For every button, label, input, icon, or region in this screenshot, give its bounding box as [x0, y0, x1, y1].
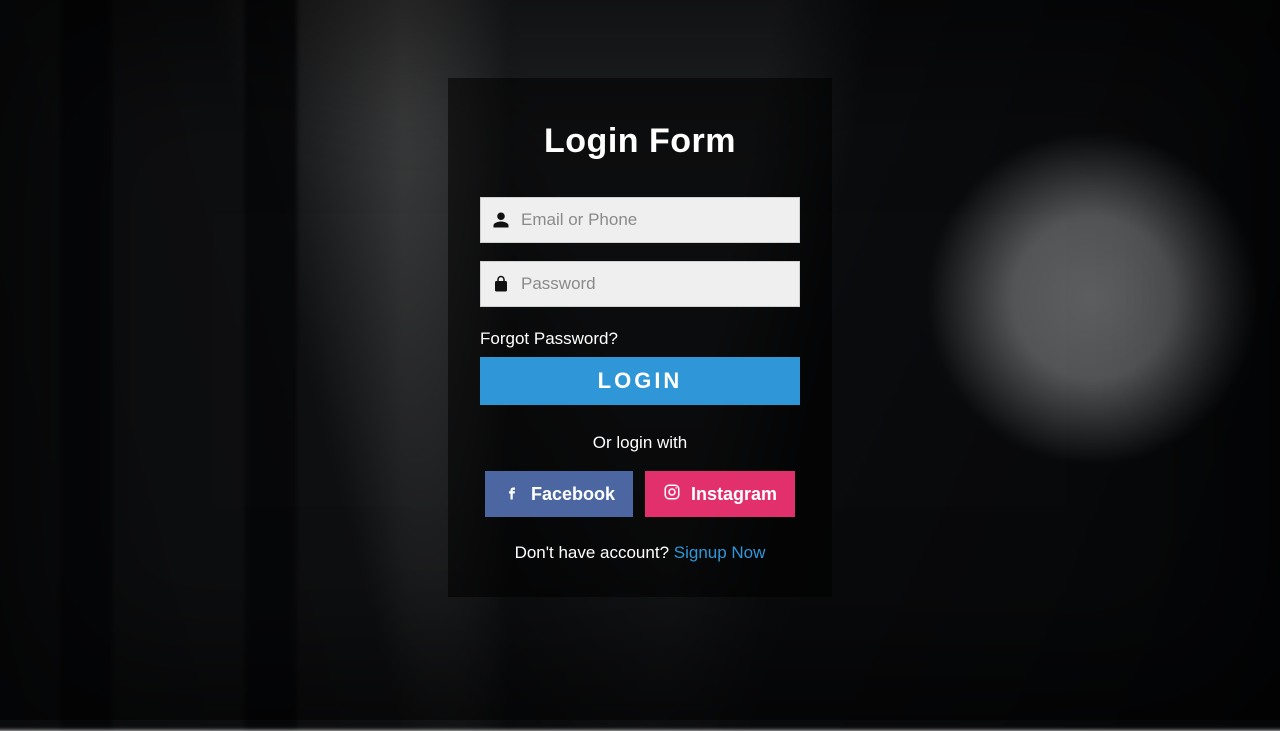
login-card: Login Form Forgot Password? LOGIN Or log… [448, 78, 832, 597]
instagram-button[interactable]: Instagram [645, 471, 795, 517]
facebook-icon [503, 483, 521, 506]
forgot-password-link[interactable]: Forgot Password? [480, 329, 618, 349]
password-field-wrapper [480, 261, 800, 307]
instagram-label: Instagram [691, 484, 777, 505]
email-field-wrapper [480, 197, 800, 243]
lock-icon [492, 275, 510, 293]
signup-row: Don't have account? Signup Now [480, 543, 800, 563]
signup-link[interactable]: Signup Now [674, 543, 766, 562]
social-row: Facebook Instagram [480, 471, 800, 517]
facebook-button[interactable]: Facebook [485, 471, 633, 517]
email-input[interactable] [480, 197, 800, 243]
signup-prompt: Don't have account? [515, 543, 674, 562]
social-divider-text: Or login with [480, 433, 800, 453]
form-title: Login Form [480, 122, 800, 161]
login-button[interactable]: LOGIN [480, 357, 800, 405]
password-input[interactable] [480, 261, 800, 307]
facebook-label: Facebook [531, 484, 615, 505]
instagram-icon [663, 483, 681, 506]
user-icon [492, 211, 510, 229]
